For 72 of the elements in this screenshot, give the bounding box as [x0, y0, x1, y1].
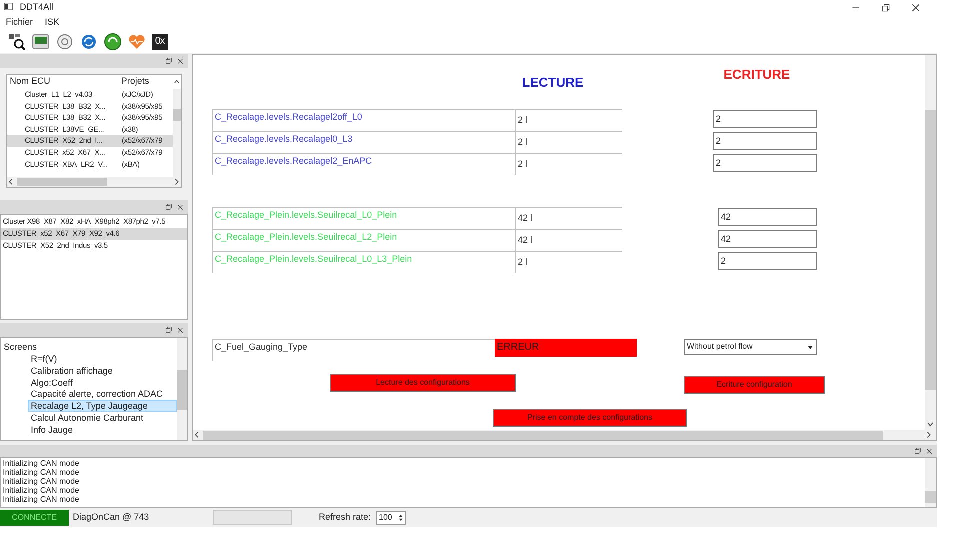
- spinner-arrows-icon: [397, 512, 406, 522]
- parameter-label: C_Recalage_Plein.levels.Seuilrecal_L0_Plein: [212, 207, 515, 229]
- close-icon[interactable]: [177, 204, 184, 210]
- monitor-icon[interactable]: [32, 32, 50, 50]
- parameter-label: C_Recalage_Plein.levels.Seuilrecal_L0_L3_Plein: [212, 251, 515, 273]
- read-value: 42 l: [515, 229, 622, 251]
- write-config-button[interactable]: Ecriture configuration: [684, 376, 825, 394]
- read-value: 42 l: [515, 207, 622, 229]
- read-value: 2 l: [515, 131, 622, 153]
- scroll-down-icon[interactable]: [926, 420, 935, 429]
- menu-item[interactable]: ISK: [45, 16, 60, 30]
- scroll-left-icon[interactable]: [7, 178, 15, 186]
- close-icon[interactable]: [926, 448, 933, 454]
- scroll-up-icon[interactable]: [173, 78, 181, 86]
- refresh-icon[interactable]: [80, 32, 98, 50]
- tree-node[interactable]: Screens: [1, 341, 177, 353]
- read-heading: LECTURE: [521, 74, 585, 87]
- parameter-label: C_Recalage.levels.Recalagel0_L3: [212, 131, 515, 153]
- parameter-label: C_Recalage.levels.Recalagel2_EnAPC: [212, 153, 515, 175]
- parameter-label: C_Recalage.levels.Recalagel2off_L0: [212, 109, 515, 131]
- value-input[interactable]: 2: [718, 252, 817, 270]
- tree-item[interactable]: Calcul Autonomie Carburant: [28, 412, 177, 424]
- column-header[interactable]: Projets: [119, 75, 174, 89]
- float-icon[interactable]: [165, 203, 173, 211]
- refresh-rate-spinner[interactable]: 100: [376, 510, 406, 524]
- apply-config-button[interactable]: Prise en compte des configurations: [493, 409, 687, 427]
- scrollbar-thumb[interactable]: [925, 110, 936, 390]
- read-value: 2 l: [515, 153, 622, 175]
- tree-item[interactable]: Algo:Coeff: [28, 376, 177, 388]
- restore-icon[interactable]: [881, 3, 891, 13]
- value-input[interactable]: 2: [713, 110, 817, 128]
- parameter-label: C_Fuel_Gauging_Type: [212, 339, 495, 361]
- value-input[interactable]: 2: [713, 132, 817, 150]
- scroll-left-icon[interactable]: [193, 431, 201, 439]
- read-value: 2 l: [515, 251, 622, 273]
- tree-item[interactable]: Recalage L2, Type Jaugeage: [28, 400, 177, 412]
- protocol-label: DiagOnCan @ 743: [73, 510, 150, 524]
- tree-item[interactable]: Capacité alerte, correction ADAC: [28, 388, 177, 400]
- error-value: ERREUR: [495, 339, 637, 357]
- tree-item[interactable]: Calibration affichage: [28, 364, 177, 377]
- parameter-label: C_Recalage_Plein.levels.Seuilrecal_L2_Plein: [212, 229, 515, 251]
- read-config-button[interactable]: Lecture des configurations: [330, 374, 516, 392]
- scrollbar-thumb[interactable]: [925, 491, 936, 503]
- tree-item[interactable]: R=f(V): [28, 353, 177, 365]
- read-value: 2 l: [515, 109, 622, 131]
- refresh-rate-label: Refresh rate:: [319, 510, 372, 524]
- scrollbar-thumb[interactable]: [173, 109, 181, 121]
- scroll-right-icon[interactable]: [173, 178, 181, 186]
- scrollbar-thumb[interactable]: [177, 370, 187, 410]
- tree-item[interactable]: Info Jauge: [28, 424, 177, 436]
- menu-item[interactable]: Fichier: [6, 16, 34, 30]
- float-icon[interactable]: [914, 447, 922, 455]
- connection-status: CONNECTE: [0, 510, 69, 526]
- scrollbar-thumb[interactable]: [17, 178, 107, 186]
- value-input[interactable]: 42: [718, 208, 817, 226]
- close-icon[interactable]: [177, 58, 184, 64]
- scrollbar-thumb[interactable]: [203, 430, 883, 440]
- float-icon[interactable]: [165, 57, 173, 65]
- heart-pulse-icon[interactable]: [128, 32, 146, 50]
- scroll-right-icon[interactable]: [925, 431, 933, 439]
- value-dropdown[interactable]: Without petrol flow: [684, 339, 817, 355]
- close-icon[interactable]: [911, 3, 921, 13]
- float-icon[interactable]: [165, 326, 173, 334]
- log-output: Initializing CAN mode Initializing CAN mode Initializing CAN mode Initializing CAN mode Initializing CAN mode: [2, 458, 80, 506]
- search-icon[interactable]: [8, 32, 26, 50]
- value-input[interactable]: 2: [713, 154, 817, 172]
- value-input[interactable]: 42: [718, 230, 817, 248]
- close-icon[interactable]: [177, 326, 184, 334]
- hex-button[interactable]: 0x: [152, 34, 168, 50]
- write-heading: ECRITURE: [722, 66, 792, 79]
- window-title: DDT4All: [20, 1, 54, 14]
- column-header[interactable]: Nom ECU: [7, 75, 120, 89]
